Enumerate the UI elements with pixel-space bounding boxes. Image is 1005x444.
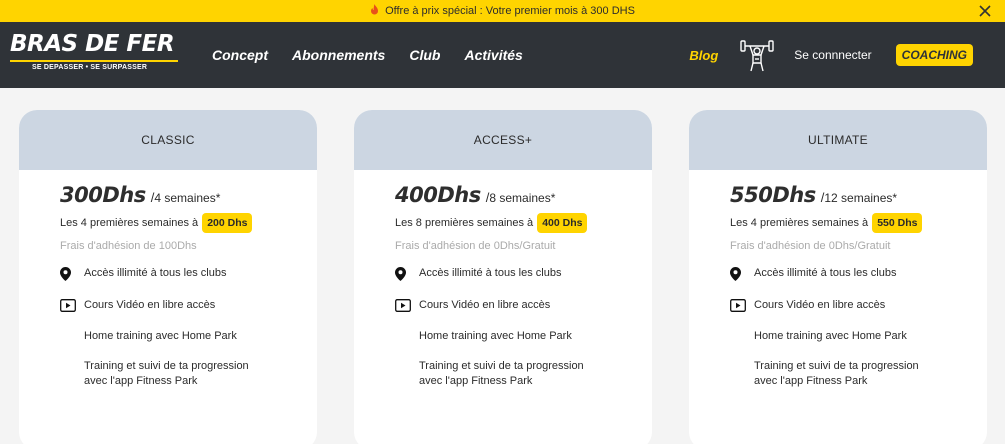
brand-logo[interactable]: BRAS DE FER SE DEPASSER • SE SURPASSER bbox=[10, 31, 180, 71]
feature-app: Training et suivi de ta progression avec… bbox=[730, 359, 987, 389]
plan-price: 550Dhs bbox=[730, 183, 816, 207]
feature-text-cont: avec l'app Fitness Park bbox=[419, 375, 533, 387]
fire-icon bbox=[370, 4, 379, 18]
plan-period: 4 semaines* bbox=[154, 191, 221, 205]
feature-text: Accès illimité à tous les clubs bbox=[84, 267, 227, 279]
feature-text: Accès illimité à tous les clubs bbox=[419, 267, 562, 279]
plan-promo-text: Les 4 premières semaines à bbox=[730, 217, 869, 229]
feature-videos: Cours Vidéo en libre accès bbox=[60, 298, 317, 313]
location-pin-icon bbox=[395, 266, 419, 281]
feature-clubs: Accès illimité à tous les clubs bbox=[60, 266, 317, 281]
coaching-button[interactable]: COACHING bbox=[895, 44, 973, 66]
plan-promo-badge: 400 Dhs bbox=[537, 213, 588, 233]
weightlifter-icon[interactable] bbox=[740, 37, 774, 73]
nav-menu: Concept Abonnements Club Activités bbox=[212, 22, 547, 88]
feature-home-training: Home training avec Home Park bbox=[395, 329, 652, 344]
feature-app: Training et suivi de ta progression avec… bbox=[60, 359, 317, 389]
feature-text-cont: avec l'app Fitness Park bbox=[754, 375, 868, 387]
feature-text: Home training avec Home Park bbox=[84, 330, 237, 342]
feature-home-training: Home training avec Home Park bbox=[60, 329, 317, 344]
plan-price: 400Dhs bbox=[395, 183, 481, 207]
feature-text: Training et suivi de ta progression bbox=[84, 360, 249, 372]
feature-home-training: Home training avec Home Park bbox=[730, 329, 987, 344]
feature-text: Training et suivi de ta progression bbox=[419, 360, 584, 372]
plan-period-wrap: /4 semaines* bbox=[151, 190, 221, 205]
feature-text: Home training avec Home Park bbox=[754, 330, 907, 342]
nav-link-concept[interactable]: Concept bbox=[212, 47, 268, 63]
plan-period-wrap: /12 semaines* bbox=[821, 190, 897, 205]
feature-clubs: Accès illimité à tous les clubs bbox=[730, 266, 987, 281]
plan-fee: Frais d'adhésion de 0Dhs/Gratuit bbox=[730, 240, 891, 252]
main-navbar: BRAS DE FER SE DEPASSER • SE SURPASSER C… bbox=[0, 22, 1005, 88]
close-icon[interactable] bbox=[977, 3, 993, 19]
nav-link-blog[interactable]: Blog bbox=[689, 48, 718, 63]
login-link[interactable]: Se connnecter bbox=[794, 48, 871, 62]
plan-name: CLASSIC bbox=[19, 110, 317, 170]
nav-link-abonnements[interactable]: Abonnements bbox=[292, 47, 385, 63]
feature-videos: Cours Vidéo en libre accès bbox=[730, 298, 987, 313]
plan-promo-badge: 200 Dhs bbox=[202, 213, 253, 233]
nav-link-activites[interactable]: Activités bbox=[464, 47, 522, 63]
plan-period-wrap: /8 semaines* bbox=[486, 190, 556, 205]
feature-clubs: Accès illimité à tous les clubs bbox=[395, 266, 652, 281]
plan-card-access: ACCESS+ 400Dhs /8 semaines* Les 8 premiè… bbox=[354, 110, 652, 444]
plan-promo-text: Les 8 premières semaines à bbox=[395, 217, 534, 229]
plan-promo-text: Les 4 premières semaines à bbox=[60, 217, 199, 229]
plan-price: 300Dhs bbox=[60, 183, 146, 207]
plan-name: ACCESS+ bbox=[354, 110, 652, 170]
feature-text-cont: avec l'app Fitness Park bbox=[84, 375, 198, 387]
plan-card-ultimate: ULTIMATE 550Dhs /12 semaines* Les 4 prem… bbox=[689, 110, 987, 444]
feature-videos: Cours Vidéo en libre accès bbox=[395, 298, 652, 313]
feature-text: Cours Vidéo en libre accès bbox=[754, 299, 886, 311]
plan-fee: Frais d'adhésion de 0Dhs/Gratuit bbox=[395, 240, 556, 252]
logo-underline bbox=[10, 60, 178, 62]
feature-text: Home training avec Home Park bbox=[419, 330, 572, 342]
plan-name: ULTIMATE bbox=[689, 110, 987, 170]
feature-text: Training et suivi de ta progression bbox=[754, 360, 919, 372]
plan-period: 8 semaines* bbox=[489, 191, 556, 205]
feature-text: Cours Vidéo en libre accès bbox=[419, 299, 551, 311]
video-play-icon bbox=[395, 298, 419, 313]
nav-link-club[interactable]: Club bbox=[409, 47, 440, 63]
plan-fee: Frais d'adhésion de 100Dhs bbox=[60, 240, 197, 252]
brand-tagline: SE DEPASSER • SE SURPASSER bbox=[32, 64, 148, 71]
location-pin-icon bbox=[60, 266, 84, 281]
video-play-icon bbox=[60, 298, 84, 313]
plan-promo-badge: 550 Dhs bbox=[872, 213, 923, 233]
nav-right: Blog Se connnecter COACHING bbox=[689, 22, 1005, 88]
feature-text: Accès illimité à tous les clubs bbox=[754, 267, 897, 279]
brand-name: BRAS DE FER bbox=[10, 31, 175, 57]
feature-app: Training et suivi de ta progression avec… bbox=[395, 359, 652, 389]
plan-period: 12 semaines* bbox=[824, 191, 898, 205]
video-play-icon bbox=[730, 298, 754, 313]
promo-banner: Offre à prix spécial : Votre premier moi… bbox=[0, 0, 1005, 22]
plan-card-classic: CLASSIC 300Dhs /4 semaines* Les 4 premiè… bbox=[19, 110, 317, 444]
promo-text: Offre à prix spécial : Votre premier moi… bbox=[385, 5, 635, 17]
feature-text: Cours Vidéo en libre accès bbox=[84, 299, 216, 311]
location-pin-icon bbox=[730, 266, 754, 281]
